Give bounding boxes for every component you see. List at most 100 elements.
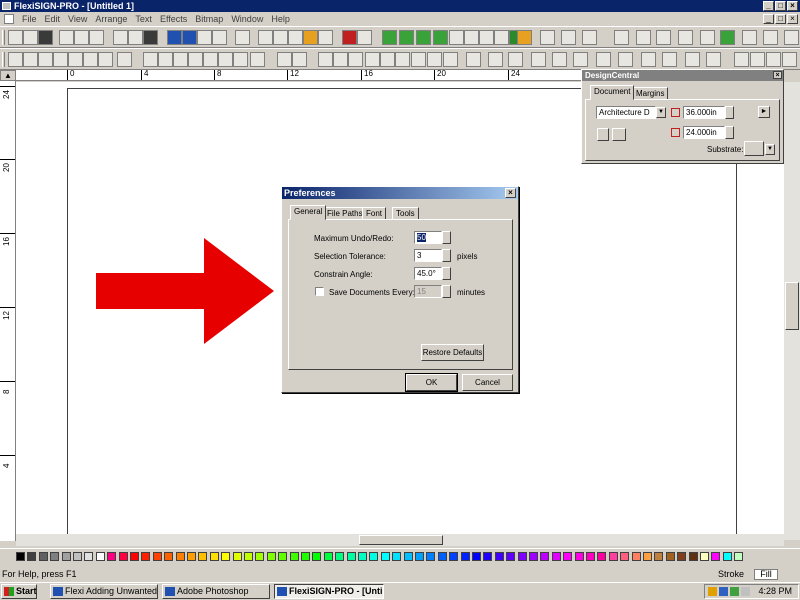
color-swatch[interactable] bbox=[84, 552, 94, 561]
color-swatch[interactable] bbox=[472, 552, 481, 561]
ellipse-tool-icon[interactable] bbox=[333, 52, 348, 67]
distribute-icon-2[interactable] bbox=[618, 52, 633, 67]
color-swatch[interactable] bbox=[187, 552, 196, 561]
landscape-button[interactable] bbox=[612, 128, 626, 141]
portrait-button[interactable] bbox=[597, 128, 609, 141]
task-flexisign[interactable]: FlexiSIGN-PRO - [Unti... bbox=[274, 584, 384, 599]
arrange-icon-3[interactable] bbox=[656, 30, 671, 45]
restore-defaults-button[interactable]: Restore Defaults bbox=[421, 344, 484, 361]
menu-edit[interactable]: Edit bbox=[41, 14, 65, 24]
arrange-icon-4[interactable] bbox=[678, 30, 693, 45]
color-swatch[interactable] bbox=[118, 552, 128, 561]
color-swatch[interactable] bbox=[346, 552, 356, 561]
polygon-tool-icon[interactable] bbox=[348, 52, 363, 67]
vertical-ruler[interactable]: 24 20 16 12 8 4 bbox=[0, 81, 16, 541]
toolbar-grip[interactable] bbox=[2, 30, 5, 45]
color-swatch[interactable] bbox=[50, 552, 60, 561]
save-every-field[interactable]: 15 bbox=[414, 285, 442, 298]
color-swatch[interactable] bbox=[597, 552, 607, 561]
align-icon-3[interactable] bbox=[582, 30, 597, 45]
color-swatch[interactable] bbox=[266, 552, 276, 561]
menu-arrange[interactable]: Arrange bbox=[91, 14, 131, 24]
color-swatch[interactable] bbox=[643, 552, 652, 561]
export-icon[interactable] bbox=[273, 30, 288, 45]
zoom-in-icon[interactable] bbox=[464, 30, 479, 45]
nudge-up-icon[interactable] bbox=[766, 52, 781, 67]
ungroup-icon[interactable] bbox=[763, 30, 778, 45]
text-tool-icon[interactable] bbox=[23, 52, 38, 67]
nudge-down-icon[interactable] bbox=[782, 52, 797, 67]
color-swatch[interactable] bbox=[711, 552, 721, 561]
color-swatch[interactable] bbox=[130, 552, 139, 561]
app-icon[interactable] bbox=[2, 2, 11, 10]
save-every-spinner[interactable] bbox=[442, 285, 451, 298]
transform-icon-5[interactable] bbox=[203, 52, 218, 67]
nudge-left-icon[interactable] bbox=[734, 52, 749, 67]
color-swatch[interactable] bbox=[278, 552, 288, 561]
height-field[interactable]: 24.000in bbox=[683, 126, 725, 139]
paper-size-dropdown-arrow[interactable]: ▼ bbox=[656, 107, 666, 118]
view-green4-icon[interactable] bbox=[433, 30, 448, 45]
paper-size-select[interactable]: Architecture D bbox=[596, 106, 656, 119]
knife-tool-icon[interactable] bbox=[68, 52, 83, 67]
menu-window[interactable]: Window bbox=[227, 14, 267, 24]
max-undo-field[interactable]: 50 bbox=[414, 231, 442, 244]
menu-effects[interactable]: Effects bbox=[156, 14, 191, 24]
color-swatch[interactable] bbox=[529, 552, 538, 561]
distribute-icon-1[interactable] bbox=[596, 52, 611, 67]
nudge-right-icon[interactable] bbox=[750, 52, 765, 67]
eyedropper-tool-icon[interactable] bbox=[117, 52, 132, 67]
constrain-angle-spinner[interactable] bbox=[442, 267, 451, 280]
color-swatch[interactable] bbox=[358, 552, 367, 561]
color-swatch[interactable] bbox=[73, 552, 82, 561]
color-swatch[interactable] bbox=[631, 552, 641, 561]
copy-icon[interactable] bbox=[89, 30, 104, 45]
reload-icon[interactable] bbox=[212, 30, 227, 45]
tab-document[interactable]: Document bbox=[590, 85, 635, 100]
color-swatch[interactable] bbox=[221, 552, 231, 561]
fill-label[interactable]: Fill bbox=[754, 569, 778, 580]
color-swatch[interactable] bbox=[415, 552, 424, 561]
color-swatch[interactable] bbox=[232, 552, 242, 561]
dialog-title-bar[interactable]: Preferences × bbox=[282, 187, 518, 199]
undo-icon[interactable] bbox=[167, 30, 182, 45]
color-swatch[interactable] bbox=[586, 552, 595, 561]
align-left-icon[interactable] bbox=[466, 52, 481, 67]
view-green-icon[interactable] bbox=[382, 30, 397, 45]
task-photoshop[interactable]: Adobe Photoshop bbox=[162, 584, 270, 599]
combine-icon[interactable] bbox=[784, 30, 799, 45]
color-swatch[interactable] bbox=[574, 552, 584, 561]
clear-icon[interactable] bbox=[277, 52, 292, 67]
tray-icon-2[interactable] bbox=[719, 587, 728, 596]
align-top-icon[interactable] bbox=[531, 52, 546, 67]
zoom-icon[interactable] bbox=[342, 30, 357, 45]
color-swatch[interactable] bbox=[688, 552, 698, 561]
weed-icon[interactable] bbox=[720, 30, 735, 45]
substrate-button[interactable] bbox=[744, 141, 764, 156]
no-icon[interactable] bbox=[292, 52, 307, 67]
align-center-icon[interactable] bbox=[488, 52, 503, 67]
max-undo-spinner[interactable] bbox=[442, 231, 451, 244]
scan-icon[interactable] bbox=[288, 30, 303, 45]
color-swatch[interactable] bbox=[403, 552, 413, 561]
color-swatch[interactable] bbox=[27, 552, 37, 561]
color-swatch[interactable] bbox=[175, 552, 185, 561]
rectangle-tool-icon[interactable] bbox=[318, 52, 333, 67]
color-swatch[interactable] bbox=[312, 552, 322, 561]
color-swatch[interactable] bbox=[323, 552, 333, 561]
selection-tolerance-spinner[interactable] bbox=[442, 249, 451, 262]
horizontal-scrollbar[interactable] bbox=[16, 534, 784, 546]
new-icon[interactable] bbox=[8, 30, 23, 45]
color-swatch[interactable] bbox=[16, 552, 25, 561]
vertical-scroll-thumb[interactable] bbox=[785, 282, 799, 330]
height-spinner[interactable] bbox=[725, 126, 734, 139]
color-swatch[interactable] bbox=[335, 552, 345, 561]
color-swatch[interactable] bbox=[449, 552, 459, 561]
transform-icon-7[interactable] bbox=[233, 52, 248, 67]
distribute-icon-6[interactable] bbox=[706, 52, 721, 67]
select-tool-icon[interactable] bbox=[8, 52, 23, 67]
close-button[interactable]: × bbox=[787, 1, 798, 11]
color-swatch[interactable] bbox=[61, 552, 71, 561]
color-swatch[interactable] bbox=[289, 552, 299, 561]
redo-icon[interactable] bbox=[182, 30, 197, 45]
